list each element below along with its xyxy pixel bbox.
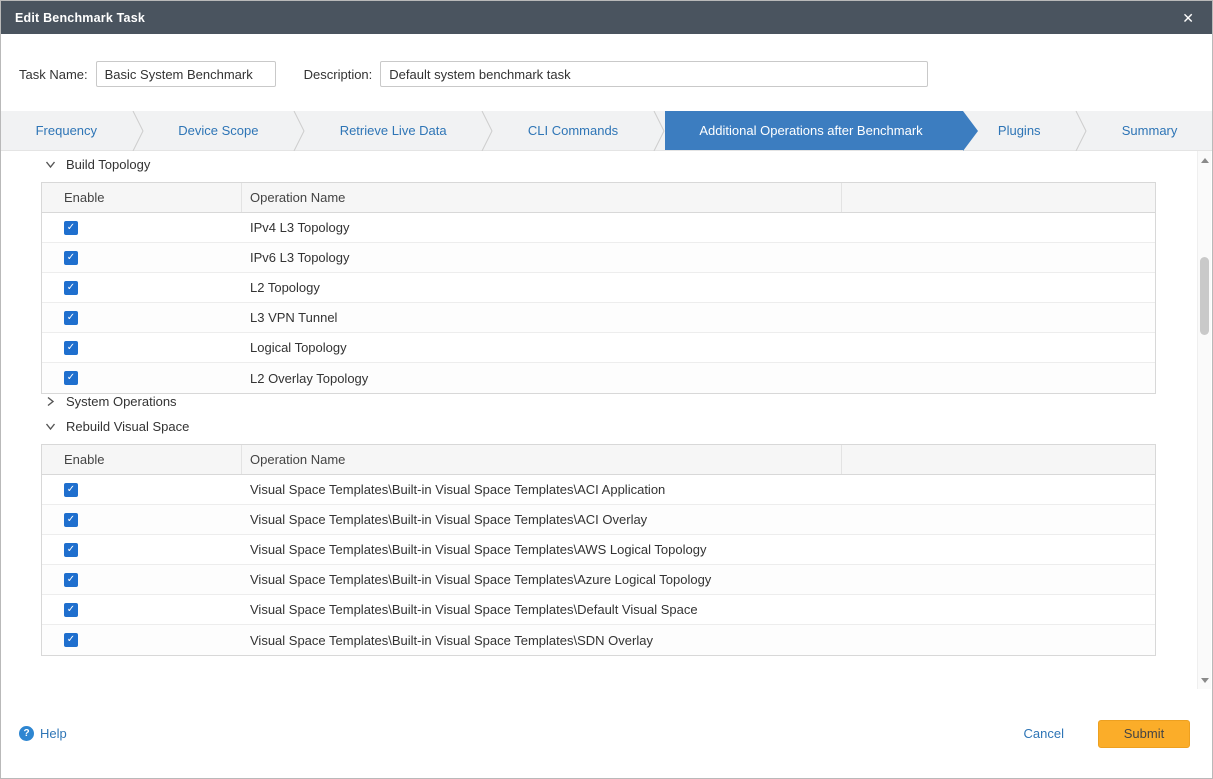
help-icon: ? [19, 726, 34, 741]
section-title: System Operations [66, 394, 177, 409]
operation-name: L2 Overlay Topology [242, 371, 842, 386]
wizard-step-label: Additional Operations after Benchmark [699, 123, 922, 138]
column-header: Operation Name [242, 445, 842, 474]
column-header: Operation Name [242, 183, 842, 212]
wizard-step-plugins[interactable]: Plugins [963, 111, 1075, 150]
operation-name: Visual Space Templates\Built-in Visual S… [242, 542, 842, 557]
wizard-step-device-scope[interactable]: Device Scope [144, 111, 293, 150]
section-rebuild-visual-space: Rebuild Visual Space EnableOperation Name… [41, 419, 1156, 656]
operation-name: IPv6 L3 Topology [242, 250, 842, 265]
wizard-step-additional-operations-after-benchmark[interactable]: Additional Operations after Benchmark [665, 111, 964, 150]
enable-checkbox[interactable]: ✓ [64, 603, 78, 617]
help-link[interactable]: ? Help [19, 726, 67, 741]
dialog-titlebar: Edit Benchmark Task ✕ [1, 1, 1212, 34]
table-row: ✓ Visual Space Templates\Built-in Visual … [42, 505, 1155, 535]
scroll-up-icon[interactable] [1198, 153, 1212, 167]
table-row: ✓ L3 VPN Tunnel [42, 303, 1155, 333]
operation-name: Visual Space Templates\Built-in Visual S… [242, 602, 842, 617]
enable-checkbox[interactable]: ✓ [64, 483, 78, 497]
scroll-down-icon[interactable] [1198, 673, 1212, 687]
close-icon[interactable]: ✕ [1178, 9, 1198, 27]
task-name-input[interactable] [96, 61, 276, 87]
enable-checkbox[interactable]: ✓ [64, 221, 78, 235]
wizard-step-bar: Frequency Device Scope Retrieve Live Data C… [1, 111, 1212, 151]
step-separator-chevron-icon [293, 111, 305, 151]
section-toggle-rebuild-visual-space[interactable]: Rebuild Visual Space [45, 419, 1156, 434]
operations-scroll-area: Build TopologyEnableOperation Name✓IPv4 … [1, 151, 1212, 689]
scrollbar-thumb[interactable] [1200, 257, 1209, 335]
operations-table: EnableOperation Name ✓ IPv4 L3 Topology ✓ IP… [41, 182, 1156, 394]
wizard-step-label: Device Scope [178, 123, 258, 138]
table-row: ✓ Visual Space Templates\Built-in Visual … [42, 595, 1155, 625]
dialog-footer: ? Help Cancel Submit [1, 689, 1212, 778]
task-form-row: Task Name: Description: [1, 61, 1212, 87]
enable-checkbox[interactable]: ✓ [64, 633, 78, 647]
wizard-step-summary[interactable]: Summary [1087, 111, 1212, 150]
enable-checkbox[interactable]: ✓ [64, 341, 78, 355]
table-header-row: EnableOperation Name [42, 183, 1155, 213]
table-row: ✓ IPv4 L3 Topology [42, 213, 1155, 243]
help-label: Help [40, 726, 67, 741]
step-separator-chevron-icon [132, 111, 144, 151]
operation-name: L3 VPN Tunnel [242, 310, 842, 325]
operation-name: L2 Topology [242, 280, 842, 295]
enable-checkbox[interactable]: ✓ [64, 311, 78, 325]
wizard-step-label: CLI Commands [528, 123, 618, 138]
section-title: Rebuild Visual Space [66, 419, 189, 434]
expand-chevron-icon [45, 396, 56, 407]
collapse-chevron-icon [45, 421, 56, 432]
section-build-topology: Build Topology EnableOperation Name ✓ IPv4 … [41, 157, 1156, 394]
wizard-step-cli-commands[interactable]: CLI Commands [493, 111, 653, 150]
operation-name: IPv4 L3 Topology [242, 220, 842, 235]
section-system-operations: System Operations [41, 394, 1156, 409]
step-separator-chevron-icon [653, 111, 665, 151]
table-row: ✓ Logical Topology [42, 333, 1155, 363]
wizard-step-label: Frequency [36, 123, 97, 138]
edit-benchmark-task-dialog: Edit Benchmark Task ✕ Task Name: Descrip… [0, 0, 1213, 779]
operation-name: Visual Space Templates\Built-in Visual S… [242, 482, 842, 497]
section-toggle-build-topology[interactable]: Build Topology [45, 157, 1156, 172]
dialog-title: Edit Benchmark Task [15, 11, 145, 25]
section-title: Build Topology [66, 157, 150, 172]
table-row: ✓ Visual Space Templates\Built-in Visual … [42, 535, 1155, 565]
description-input[interactable] [380, 61, 928, 87]
collapse-chevron-icon [45, 159, 56, 170]
wizard-step-label: Retrieve Live Data [340, 123, 447, 138]
table-row: ✓ Visual Space Templates\Built-in Visual … [42, 565, 1155, 595]
cancel-button[interactable]: Cancel [1024, 726, 1064, 741]
step-separator-chevron-icon [481, 111, 493, 151]
operation-name: Visual Space Templates\Built-in Visual S… [242, 633, 842, 648]
submit-button[interactable]: Submit [1098, 720, 1190, 748]
table-row: ✓ IPv6 L3 Topology [42, 243, 1155, 273]
operations-table: EnableOperation Name ✓ Visual Space Templa… [41, 444, 1156, 656]
vertical-scrollbar[interactable] [1197, 151, 1211, 689]
enable-checkbox[interactable]: ✓ [64, 573, 78, 587]
wizard-step-label: Plugins [998, 123, 1041, 138]
table-row: ✓ Visual Space Templates\Built-in Visual … [42, 475, 1155, 505]
task-name-label: Task Name: [19, 67, 88, 82]
table-row: ✓ L2 Overlay Topology [42, 363, 1155, 393]
table-header-row: EnableOperation Name [42, 445, 1155, 475]
description-label: Description: [304, 67, 373, 82]
enable-checkbox[interactable]: ✓ [64, 251, 78, 265]
enable-checkbox[interactable]: ✓ [64, 543, 78, 557]
section-toggle-system-operations[interactable]: System Operations [45, 394, 1156, 409]
column-header: Enable [42, 445, 242, 474]
table-row: ✓ Visual Space Templates\Built-in Visual … [42, 625, 1155, 655]
table-row: ✓ L2 Topology [42, 273, 1155, 303]
operation-name: Visual Space Templates\Built-in Visual S… [242, 572, 842, 587]
enable-checkbox[interactable]: ✓ [64, 281, 78, 295]
operation-name: Visual Space Templates\Built-in Visual S… [242, 512, 842, 527]
enable-checkbox[interactable]: ✓ [64, 513, 78, 527]
operation-name: Logical Topology [242, 340, 842, 355]
step-separator-chevron-icon [1075, 111, 1087, 151]
wizard-step-retrieve-live-data[interactable]: Retrieve Live Data [305, 111, 481, 150]
column-header: Enable [42, 183, 242, 212]
wizard-step-frequency[interactable]: Frequency [1, 111, 132, 150]
operations-sections: Build TopologyEnableOperation Name✓IPv4 … [41, 157, 1156, 656]
wizard-step-label: Summary [1122, 123, 1178, 138]
enable-checkbox[interactable]: ✓ [64, 371, 78, 385]
